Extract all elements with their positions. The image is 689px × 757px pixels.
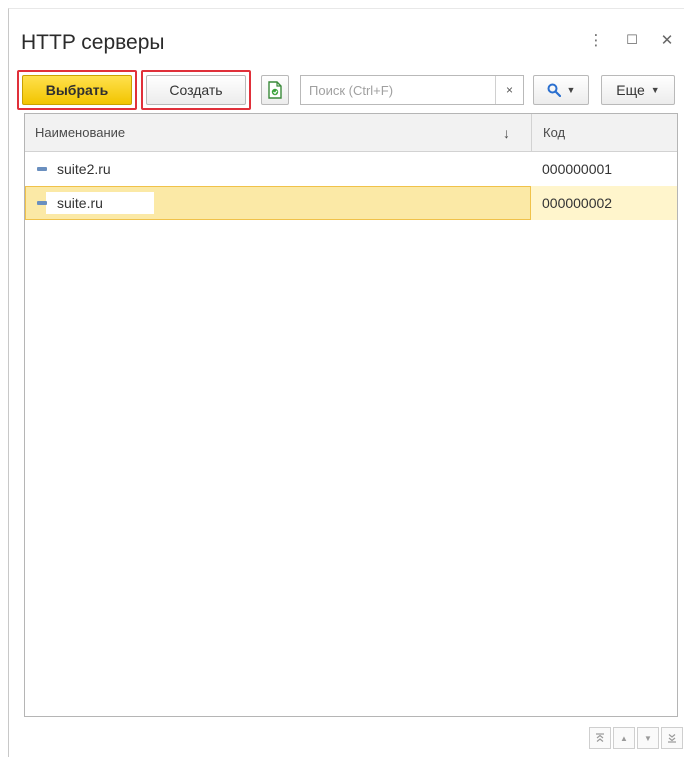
more-menu-icon[interactable]: ⋮ (585, 29, 607, 51)
table-row-selected[interactable]: suite.ru 000000002 (25, 186, 677, 220)
select-highlight-frame: Выбрать (17, 70, 137, 110)
more-button-wrap: Еще ▼ (599, 67, 677, 113)
triangle-up-icon: ▲ (620, 733, 628, 743)
search-box: × (300, 75, 524, 105)
copy-document-icon (268, 81, 282, 99)
chevron-down-icon: ▼ (566, 85, 576, 95)
select-button-frame: Выбрать (17, 67, 137, 113)
search-button[interactable]: ▼ (533, 75, 589, 105)
column-separator[interactable] (531, 114, 532, 152)
go-last-button[interactable] (661, 727, 683, 749)
create-button[interactable]: Создать (146, 75, 246, 105)
copy-button[interactable] (261, 75, 289, 105)
row-name: suite.ru (57, 195, 103, 211)
column-header-code[interactable]: Код (543, 125, 565, 140)
go-first-button[interactable] (589, 727, 611, 749)
window-title: HTTP серверы (21, 31, 165, 54)
go-previous-button[interactable]: ▲ (613, 727, 635, 749)
row-name: suite2.ru (57, 161, 111, 177)
triangle-down-icon: ▼ (644, 733, 652, 743)
create-button-frame: Создать (141, 67, 251, 113)
close-icon[interactable]: ✕ (656, 29, 678, 51)
copy-button-wrap (259, 67, 291, 113)
more-button[interactable]: Еще ▼ (601, 75, 675, 105)
row-code: 000000001 (542, 161, 613, 177)
clear-search-icon[interactable]: × (495, 76, 523, 104)
table-row[interactable]: suite2.ru 000000001 (25, 152, 677, 186)
chevron-down-icon: ▼ (650, 85, 660, 95)
servers-table: Наименование ↓ Код suite2.ru 000000001 s… (24, 113, 678, 717)
table-cell-name[interactable]: suite.ru (25, 186, 531, 220)
go-next-button[interactable]: ▼ (637, 727, 659, 749)
row-code: 000000002 (542, 195, 613, 211)
create-highlight-frame: Создать (141, 70, 251, 110)
search-icon (547, 83, 561, 97)
search-button-wrap: ▼ (532, 67, 590, 113)
maximize-icon[interactable]: ☐ (621, 29, 643, 51)
column-header-name[interactable]: Наименование (35, 125, 125, 140)
table-cell-code[interactable]: 000000001 (531, 152, 677, 186)
table-cell-code[interactable]: 000000002 (531, 186, 677, 220)
http-servers-window: HTTP серверы ⋮ ☐ ✕ Выбрать Создать Поиск… (8, 8, 684, 757)
sort-descending-icon[interactable]: ↓ (503, 125, 510, 141)
more-button-label: Еще (616, 82, 645, 98)
search-input[interactable] (301, 76, 491, 104)
double-up-icon (596, 733, 604, 742)
table-header: Наименование ↓ Код (25, 114, 677, 152)
catalog-item-icon (37, 167, 47, 171)
select-button[interactable]: Выбрать (22, 75, 132, 105)
table-cell-name[interactable]: suite2.ru (25, 152, 531, 186)
toolbar: Выбрать Создать × (9, 67, 685, 113)
catalog-item-icon (37, 201, 47, 205)
double-down-icon (668, 734, 676, 743)
